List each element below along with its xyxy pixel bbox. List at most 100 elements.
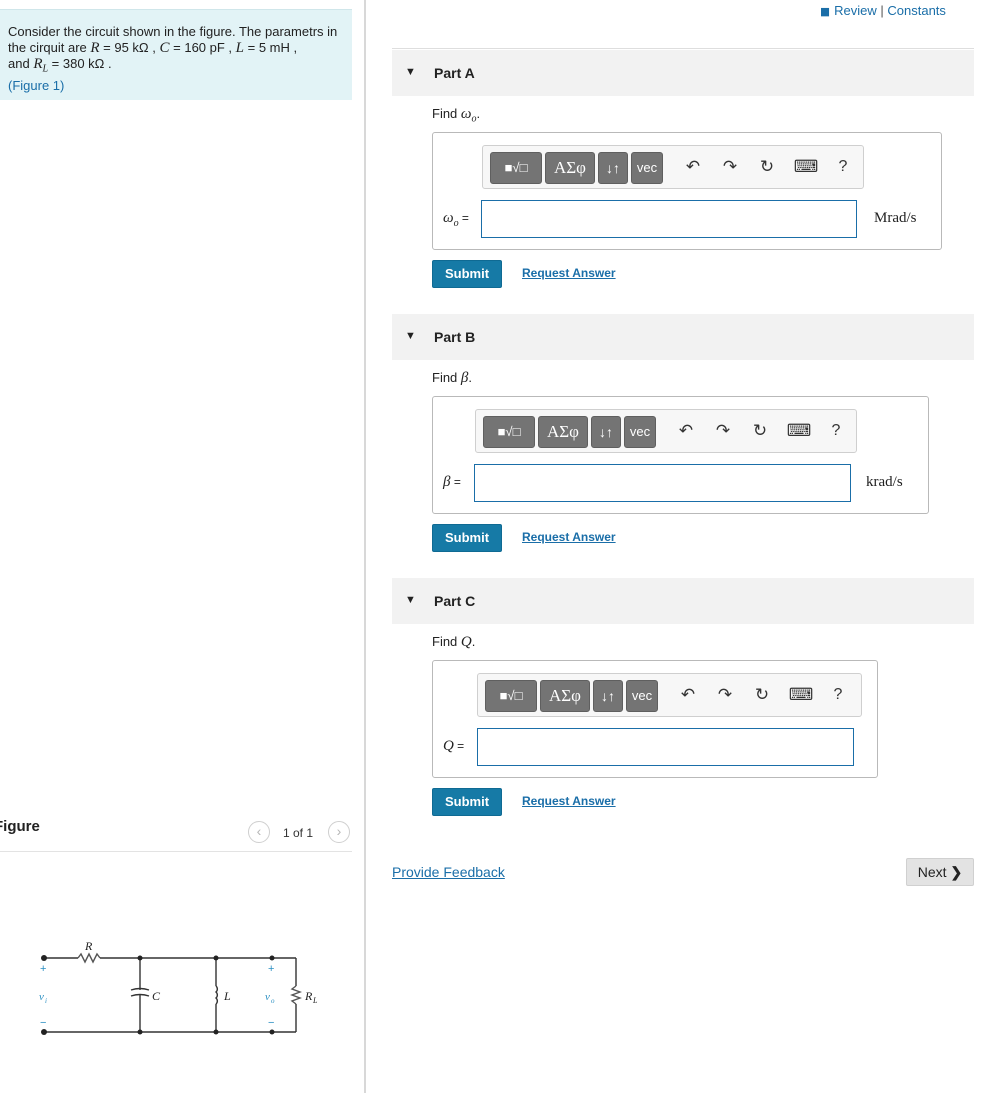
collapse-triangle-icon[interactable]: ▼ (405, 66, 416, 78)
resistor-r (77, 952, 101, 964)
label-l: L (223, 989, 231, 1003)
part-b-header[interactable]: ▼ Part B (392, 314, 974, 360)
c-value: = 160 pF , (169, 40, 233, 55)
review-link[interactable]: Review (834, 3, 877, 18)
terminal-out-top (269, 955, 275, 961)
part-a-answer-input[interactable] (481, 200, 857, 238)
review-icon: ▮▮ (820, 6, 830, 18)
resistor-rl (290, 985, 302, 1005)
reset-icon[interactable]: ↻ (751, 684, 773, 706)
circuit-diagram: R C L R L v i v o + − + − (39, 939, 318, 1035)
part-b-title: Part B (434, 329, 476, 345)
prompt-suffix: . (471, 634, 476, 649)
templates-button[interactable]: ■√□ (485, 680, 537, 712)
greek-button[interactable]: ΑΣφ (540, 680, 590, 712)
collapse-triangle-icon[interactable]: ▼ (405, 330, 416, 342)
inductor-l (214, 985, 218, 1005)
part-a-request-answer-link[interactable]: Request Answer (522, 266, 616, 280)
c-symbol: C (159, 40, 170, 56)
part-a-title: Part A (434, 65, 475, 81)
reset-icon[interactable]: ↻ (756, 156, 778, 178)
part-c-answer-box: ■√□ ΑΣφ ↓↑ vec ↶ ↷ ↻ ⌨ ? Q = (432, 660, 878, 778)
arrows-button[interactable]: ↓↑ (598, 152, 628, 184)
figure-prev-button[interactable]: ‹ (248, 821, 270, 843)
l-value: = 5 mH , (244, 40, 298, 55)
constants-link[interactable]: Constants (887, 3, 946, 18)
help-icon[interactable]: ? (827, 684, 849, 706)
figure-link[interactable]: (Figure 1) (8, 78, 64, 93)
undo-icon[interactable]: ↶ (675, 420, 697, 442)
label-r: R (84, 939, 93, 953)
part-c-answer-input[interactable] (477, 728, 854, 766)
part-c-submit-button[interactable]: Submit (432, 788, 502, 816)
prompt-symbol: ω (460, 106, 472, 122)
var-equals: = (458, 211, 469, 225)
reset-icon[interactable]: ↻ (749, 420, 771, 442)
part-b-answer-box: ■√□ ΑΣφ ↓↑ vec ↶ ↷ ↻ ⌨ ? β = krad/s (432, 396, 929, 514)
next-button-label: Next (917, 864, 947, 880)
review-constants-bar: ▮▮ Review | Constants (820, 3, 946, 18)
undo-icon[interactable]: ↶ (677, 684, 699, 706)
terminal-out-bottom (269, 1029, 275, 1035)
greek-button[interactable]: ΑΣφ (545, 152, 595, 184)
keyboard-icon[interactable]: ⌨ (786, 420, 812, 442)
figure-next-button[interactable]: › (328, 821, 350, 843)
header-divider (392, 48, 974, 49)
redo-icon[interactable]: ↷ (714, 684, 736, 706)
part-b-prompt: Find β. (432, 370, 472, 387)
terminal-in-bottom (41, 1029, 47, 1035)
node-ind-top (213, 955, 219, 961)
label-vo-sub: o (271, 997, 275, 1005)
part-b-answer-input[interactable] (474, 464, 851, 502)
header-separator: | (880, 3, 884, 18)
part-c-prompt: Find Q. (432, 634, 475, 651)
math-toolbar: ■√□ ΑΣφ ↓↑ vec ↶ ↷ ↻ ⌨ ? (475, 409, 857, 453)
part-c-request-answer-link[interactable]: Request Answer (522, 794, 616, 808)
next-button[interactable]: Next ❯ (906, 858, 974, 886)
part-b-submit-button[interactable]: Submit (432, 524, 502, 552)
templates-button[interactable]: ■√□ (483, 416, 535, 448)
arrows-button[interactable]: ↓↑ (593, 680, 623, 712)
undo-icon[interactable]: ↶ (682, 156, 704, 178)
part-c-header[interactable]: ▼ Part C (392, 578, 974, 624)
node-cap-bottom (137, 1029, 143, 1035)
rl-value: = 380 kΩ . (48, 56, 112, 71)
vec-button[interactable]: vec (626, 680, 658, 712)
part-a-submit-button[interactable]: Submit (432, 260, 502, 288)
part-c-variable-label: Q = (443, 738, 464, 755)
part-a-prompt: Find ωo. (432, 106, 480, 125)
vec-button[interactable]: vec (631, 152, 663, 184)
redo-icon[interactable]: ↷ (719, 156, 741, 178)
terminal-in-top (41, 955, 47, 961)
figure-title: Figure (0, 818, 40, 835)
var-equals: = (450, 475, 461, 489)
keyboard-icon[interactable]: ⌨ (788, 684, 814, 706)
collapse-triangle-icon[interactable]: ▼ (405, 594, 416, 606)
greek-button[interactable]: ΑΣφ (538, 416, 588, 448)
and-text: and (8, 56, 34, 71)
label-vi-sub: i (45, 997, 47, 1005)
provide-feedback-link[interactable]: Provide Feedback (392, 864, 505, 880)
left-pane: Consider the circuit shown in the figure… (0, 0, 366, 1093)
prompt-symbol: Q (460, 634, 472, 650)
prompt-suffix: . (468, 370, 473, 385)
node-ind-bottom (213, 1029, 219, 1035)
redo-icon[interactable]: ↷ (712, 420, 734, 442)
help-icon[interactable]: ? (832, 156, 854, 178)
part-a-unit: Mrad/s (874, 210, 917, 226)
part-b-request-answer-link[interactable]: Request Answer (522, 530, 616, 544)
templates-button[interactable]: ■√□ (490, 152, 542, 184)
keyboard-icon[interactable]: ⌨ (793, 156, 819, 178)
vec-button[interactable]: vec (624, 416, 656, 448)
label-vo: v (265, 991, 270, 1003)
label-rl: R (304, 989, 313, 1003)
help-icon[interactable]: ? (825, 420, 847, 442)
part-c-title: Part C (434, 593, 476, 609)
prompt-prefix: Find (432, 370, 461, 385)
r-value: = 95 kΩ , (99, 40, 156, 55)
part-a-header[interactable]: ▼ Part A (392, 50, 974, 96)
part-b-variable-label: β = (443, 474, 461, 491)
var-symbol: ω (443, 210, 454, 226)
arrows-button[interactable]: ↓↑ (591, 416, 621, 448)
label-vi: v (39, 991, 44, 1003)
